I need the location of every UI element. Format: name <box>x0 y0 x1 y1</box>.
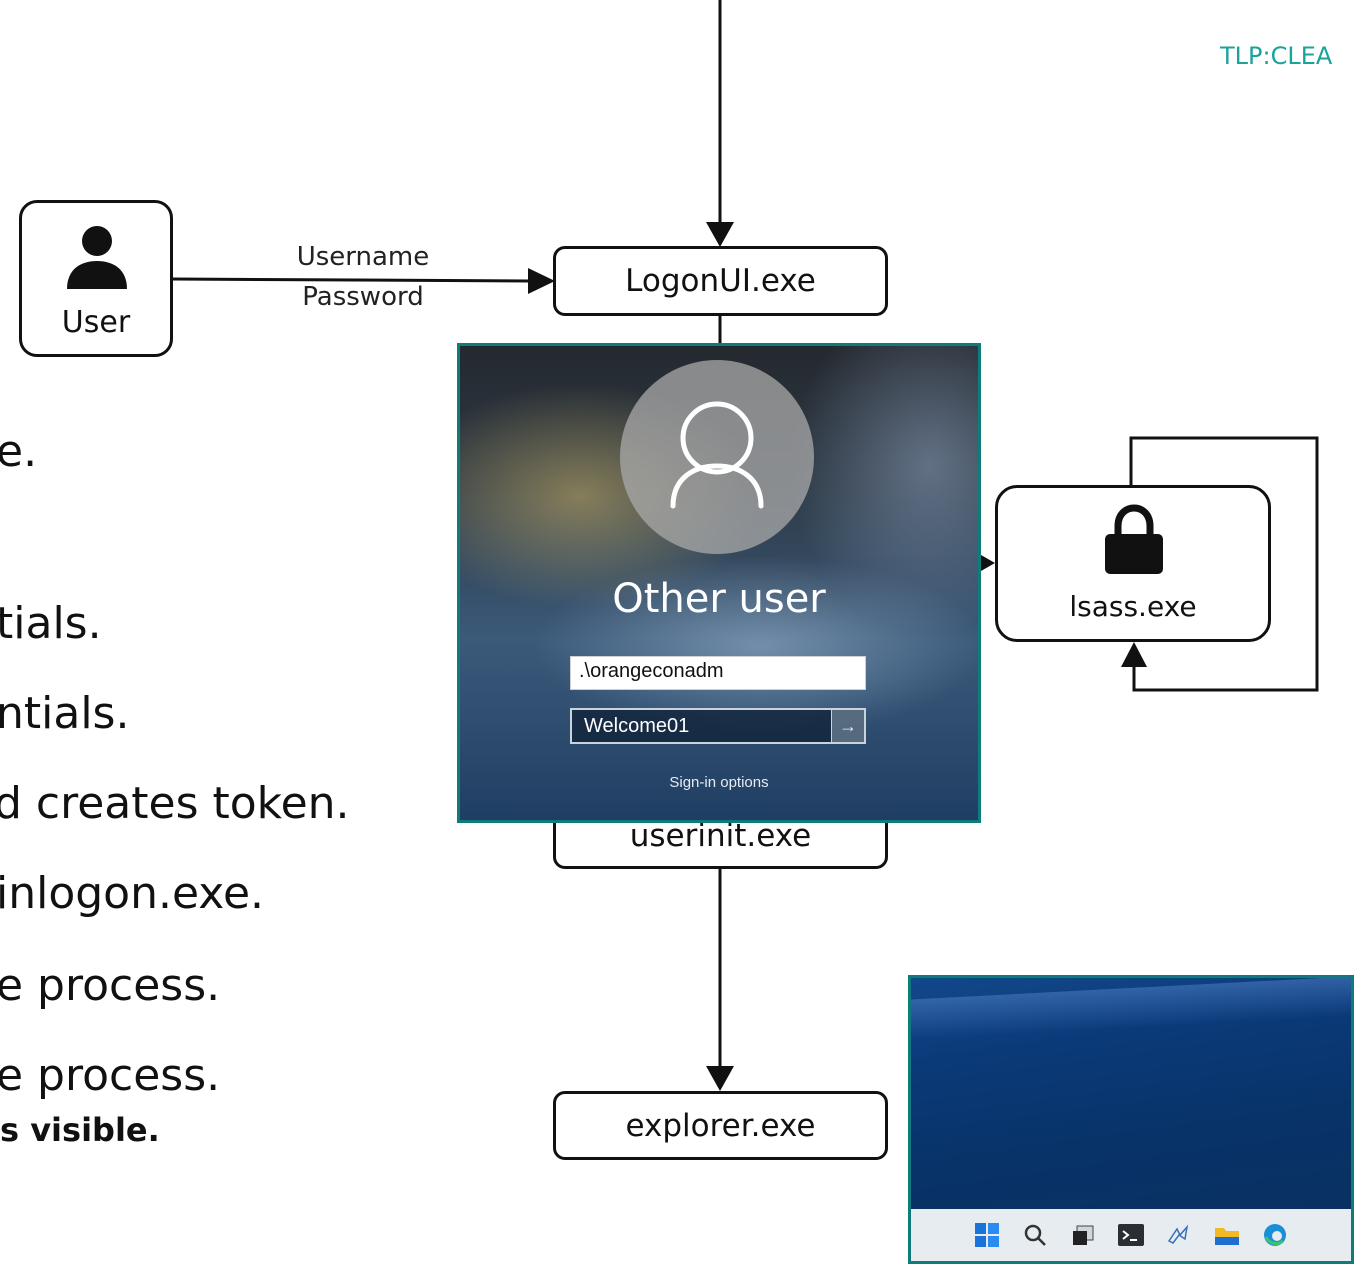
step-text-2: tials. <box>0 598 102 649</box>
lsass-label: lsass.exe <box>1069 590 1197 623</box>
arrowhead-lsass-bottom <box>1121 642 1147 667</box>
arrowhead-logonui-left <box>528 268 555 294</box>
logonui-node: LogonUI.exe <box>553 246 888 316</box>
tlp-classification: TLP:CLEA <box>1220 42 1333 70</box>
step-text-7: e process. <box>0 1050 221 1101</box>
explorer-label: explorer.exe <box>625 1107 816 1144</box>
arrowhead-explorer-top <box>706 1066 734 1091</box>
edge-icon[interactable] <box>1262 1222 1288 1248</box>
start-icon[interactable] <box>974 1222 1000 1248</box>
step-text-1: e. <box>0 426 38 477</box>
arrow-user-to-logonui <box>172 277 531 283</box>
lock-icon <box>1105 504 1163 574</box>
wallpaper-sheen <box>911 978 1351 1042</box>
explorer-node: explorer.exe <box>553 1091 888 1160</box>
edge-label-username: Username <box>296 242 430 272</box>
person-icon <box>67 226 127 289</box>
password-value: Welcome01 <box>584 715 690 737</box>
taskbar <box>911 1209 1351 1261</box>
file-explorer-icon[interactable] <box>1214 1222 1240 1248</box>
logon-title: Other user <box>612 576 826 622</box>
sign-in-options-link[interactable]: Sign-in options <box>460 774 978 791</box>
avatar <box>620 360 814 554</box>
user-node: User <box>19 200 173 357</box>
search-icon[interactable] <box>1022 1222 1048 1248</box>
step-note-bold: s visible. <box>0 1111 160 1149</box>
lsass-node: lsass.exe <box>995 485 1271 642</box>
step-text-3: ntials. <box>0 688 130 739</box>
edge-label-password: Password <box>302 282 424 312</box>
username-field[interactable]: .\orangeconadm <box>570 656 866 690</box>
step-text-5: inlogon.exe. <box>0 868 265 919</box>
step-text-6: e process. <box>0 960 221 1011</box>
task-view-icon[interactable] <box>1070 1222 1096 1248</box>
terminal-icon[interactable] <box>1118 1222 1144 1248</box>
logonui-label: LogonUI.exe <box>625 263 816 299</box>
arrowhead-lsass-left <box>981 555 995 571</box>
user-label: User <box>61 305 131 340</box>
arrow-right-icon[interactable]: → <box>831 710 864 742</box>
logon-screen-screenshot: Other user .\orangeconadm Welcome01 → Si… <box>457 343 981 823</box>
userinit-label: userinit.exe <box>629 818 812 854</box>
desktop-screenshot <box>908 975 1354 1264</box>
user-outline-icon <box>670 401 764 509</box>
step-text-4: d creates token. <box>0 778 350 829</box>
app-icon[interactable] <box>1166 1222 1192 1248</box>
arrowhead-logonui-top <box>706 222 734 247</box>
password-field[interactable]: Welcome01 → <box>570 708 866 744</box>
